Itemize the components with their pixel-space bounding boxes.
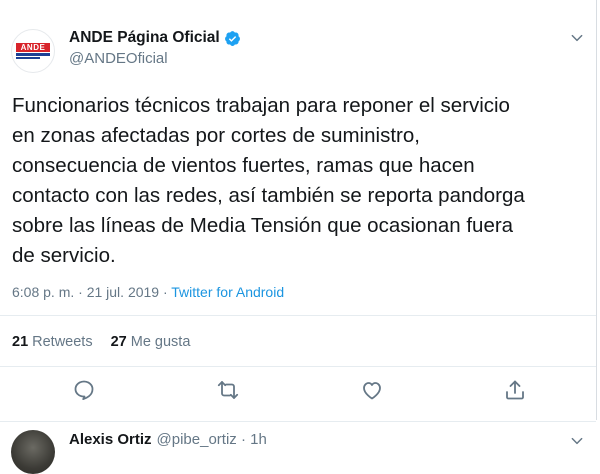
retweet-icon[interactable]	[216, 378, 240, 402]
tweet-meta: 6:08 p. m. · 21 jul. 2019 · Twitter for …	[12, 284, 284, 300]
likes-count: 27	[110, 334, 127, 350]
tweet-actions	[0, 378, 596, 406]
avatar[interactable]: ANDE	[11, 29, 55, 73]
reply-author-row: Alexis Ortiz @pibe_ortiz · 1h	[69, 431, 267, 448]
ande-logo-text: ANDE	[16, 43, 50, 52]
logo-stripe	[16, 57, 40, 59]
divider	[0, 315, 596, 316]
tweet-stats: 21 Retweets 27 Me gusta	[12, 334, 208, 350]
tweet-text: Funcionarios técnicos trabajan para repo…	[12, 94, 525, 267]
divider	[0, 366, 596, 367]
chevron-down-icon[interactable]	[569, 433, 585, 449]
reply-handle-time[interactable]: @pibe_ortiz · 1h	[157, 431, 267, 448]
like-icon[interactable]	[360, 378, 384, 402]
author-name[interactable]: ANDE Página Oficial	[69, 29, 220, 47]
likes-stat[interactable]: 27 Me gusta	[111, 334, 191, 350]
tweet-source-link[interactable]: Twitter for Android	[171, 284, 284, 300]
reply-icon[interactable]	[72, 378, 96, 402]
reply-author-name[interactable]: Alexis Ortiz	[69, 431, 152, 448]
retweets-stat[interactable]: 21 Retweets	[12, 334, 93, 350]
chevron-down-icon[interactable]	[569, 30, 585, 46]
retweets-label: Retweets	[32, 334, 93, 350]
author-handle[interactable]: @ANDEOficial	[69, 50, 168, 67]
share-icon[interactable]	[503, 378, 527, 402]
logo-stripe	[16, 53, 50, 56]
author-name-row[interactable]: ANDE Página Oficial	[69, 29, 241, 47]
reply-tweet[interactable]: Alexis Ortiz @pibe_ortiz · 1h	[0, 421, 596, 474]
retweets-count: 21	[12, 334, 29, 350]
tweet: ANDE ANDE Página Oficial @ANDEOficial Fu…	[0, 0, 597, 420]
reply-avatar[interactable]	[11, 430, 55, 474]
ande-logo: ANDE	[16, 43, 50, 59]
verified-badge-icon	[224, 30, 240, 46]
tweet-timestamp[interactable]: 6:08 p. m. · 21 jul. 2019 ·	[12, 284, 171, 300]
likes-label: Me gusta	[130, 334, 191, 350]
